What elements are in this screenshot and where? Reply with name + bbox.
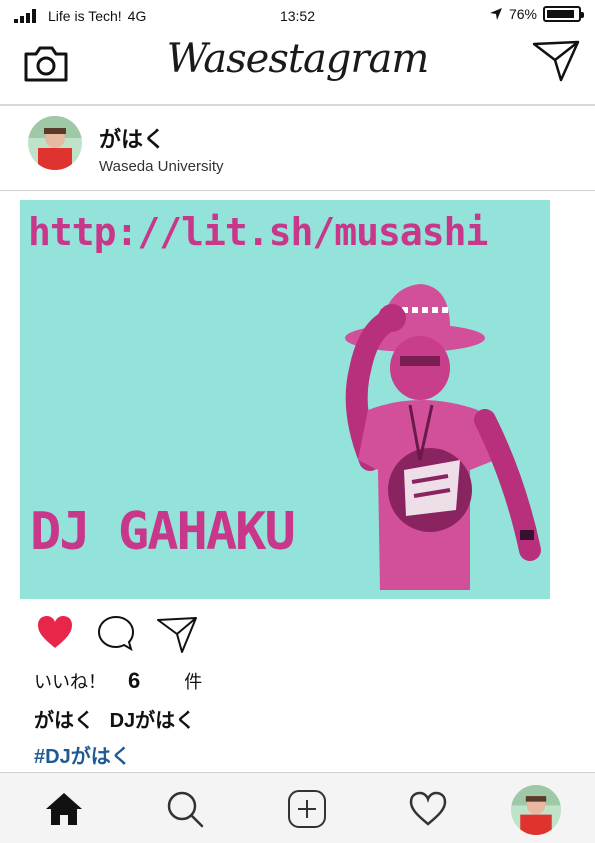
tab-activity[interactable] <box>406 787 450 831</box>
location-arrow-icon <box>489 8 502 20</box>
post-hashtag[interactable]: #DJがはく <box>34 740 131 769</box>
post-location[interactable]: Waseda University <box>99 158 223 175</box>
post-username[interactable]: がはく <box>99 122 165 154</box>
search-icon <box>167 791 204 828</box>
profile-avatar[interactable] <box>511 785 561 835</box>
tab-add[interactable] <box>285 787 329 831</box>
app-title: Wasestagram <box>166 36 430 82</box>
heart-icon <box>409 791 447 826</box>
comment-icon[interactable] <box>96 614 136 652</box>
post-actions <box>0 612 595 656</box>
battery-icon <box>543 6 584 22</box>
image-url-text: http://lit.sh/musashi <box>28 210 488 254</box>
caption-text: DJがはく <box>109 710 196 732</box>
bottom-tab-bar <box>0 772 595 843</box>
status-bar: Life is Tech! 4G 13:52 76% <box>0 0 595 32</box>
post-image[interactable]: http://lit.sh/musashi DJ GAHAKU <box>20 200 550 599</box>
likes-prefix: いいね！ <box>34 672 106 692</box>
post-caption: がはく DJがはく <box>34 704 195 733</box>
tab-home[interactable] <box>42 787 86 831</box>
caption-username[interactable]: がはく <box>34 710 94 732</box>
post-header: がはく Waseda University <box>0 106 595 191</box>
send-icon[interactable] <box>531 38 581 84</box>
battery-percent: 76% <box>508 6 537 22</box>
likes-row: いいね！ 6 件 <box>34 668 202 694</box>
add-icon <box>288 790 326 828</box>
like-heart-icon[interactable] <box>36 614 74 650</box>
likes-suffix: 件 <box>184 672 203 692</box>
likes-count[interactable]: 6 <box>128 668 140 694</box>
post-avatar[interactable] <box>28 116 82 170</box>
app-header: Wasestagram <box>0 32 595 106</box>
status-right: 76% <box>489 6 584 22</box>
share-icon[interactable] <box>155 614 199 654</box>
home-icon <box>46 793 82 825</box>
image-name-text: DJ GAHAKU <box>30 502 296 562</box>
dj-person-illustration <box>345 284 541 590</box>
tab-search[interactable] <box>163 787 207 831</box>
